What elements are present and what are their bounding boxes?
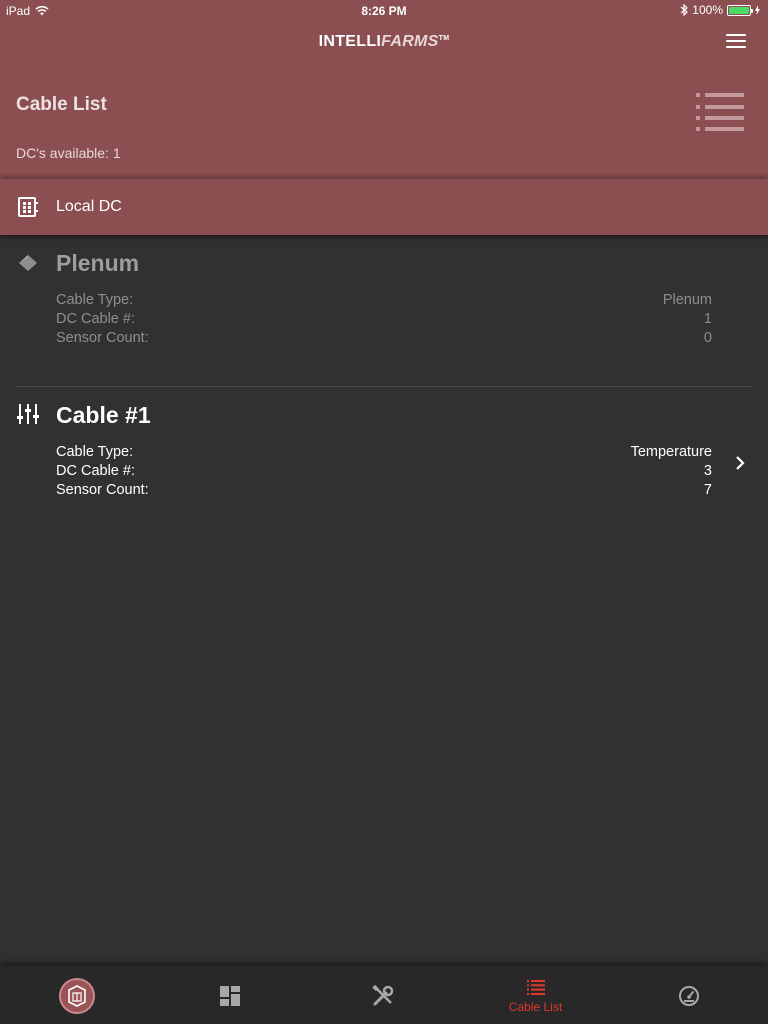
detail-row: DC Cable #: 3: [56, 462, 712, 481]
tools-icon: [371, 985, 393, 1006]
bottom-tab-bar: Cable List: [0, 966, 768, 1024]
intellifarms-logo-icon: [59, 978, 95, 1014]
detail-row: Cable Type: Temperature: [56, 443, 712, 462]
detail-row: DC Cable #: 1: [56, 310, 712, 329]
detail-value: Temperature: [630, 444, 712, 460]
data-collector-icon: [18, 197, 38, 217]
hamburger-menu-icon[interactable]: [726, 34, 746, 48]
detail-label: Sensor Count:: [56, 330, 149, 346]
battery-icon: [727, 4, 753, 16]
detail-label: Cable Type:: [56, 444, 134, 460]
dashboard-icon: [219, 986, 240, 1006]
brand-tm: TM: [438, 35, 450, 42]
tab-gauge[interactable]: [612, 966, 765, 1024]
cable-title: Plenum: [56, 250, 140, 276]
status-bar: iPad 8:26 PM 100%: [0, 0, 768, 20]
app-header: iPad 8:26 PM 100% INTELLIFARMSTM Cable L…: [0, 0, 768, 179]
cable-details: Cable Type: Plenum DC Cable #: 1 Sensor Co…: [56, 291, 712, 348]
sliders-icon: [17, 404, 39, 424]
list-icon: [696, 93, 744, 131]
tab-dashboard[interactable]: [153, 966, 306, 1024]
tab-home[interactable]: [0, 966, 153, 1024]
cable-item-cable-1[interactable]: Cable #1 Cable Type: Temperature DC Cable…: [0, 400, 768, 505]
detail-label: DC Cable #:: [56, 463, 135, 479]
brand-logo: INTELLIFARMSTM: [0, 33, 768, 51]
detail-value: 1: [703, 311, 712, 327]
detail-label: Sensor Count:: [56, 482, 149, 498]
detail-value: 7: [703, 482, 712, 498]
cable-details: Cable Type: Temperature DC Cable #: 3 Sens…: [56, 443, 712, 500]
brand-part1: INTELLI: [318, 33, 382, 50]
local-dc-label: Local DC: [56, 198, 122, 215]
dc-available-count: DC's available: 1: [16, 145, 121, 161]
status-time: 8:26 PM: [361, 4, 407, 18]
battery-percent: 100%: [692, 3, 723, 17]
detail-row: Sensor Count: 0: [56, 329, 712, 348]
local-dc-selector[interactable]: Local DC: [0, 179, 768, 235]
list-divider: [16, 386, 752, 387]
detail-label: Cable Type:: [56, 292, 134, 308]
tab-label: Cable List: [508, 1000, 563, 1014]
detail-label: DC Cable #:: [56, 311, 135, 327]
charging-icon: [755, 5, 760, 15]
detail-value: 3: [703, 463, 712, 479]
list-icon: [526, 980, 545, 995]
page-title: Cable List: [16, 94, 107, 115]
plenum-icon: [19, 255, 37, 271]
brand-part2: FARMS: [381, 33, 439, 50]
chevron-right-icon[interactable]: [734, 455, 746, 471]
detail-row: Sensor Count: 7: [56, 481, 712, 500]
tab-tools[interactable]: [306, 966, 459, 1024]
bluetooth-icon: [680, 4, 689, 16]
detail-value: Plenum: [662, 292, 712, 308]
cable-title: Cable #1: [56, 402, 151, 428]
detail-row: Cable Type: Plenum: [56, 291, 712, 310]
gauge-icon: [678, 986, 699, 1006]
tab-cable-list[interactable]: Cable List: [459, 966, 612, 1024]
detail-value: 0: [703, 330, 712, 346]
